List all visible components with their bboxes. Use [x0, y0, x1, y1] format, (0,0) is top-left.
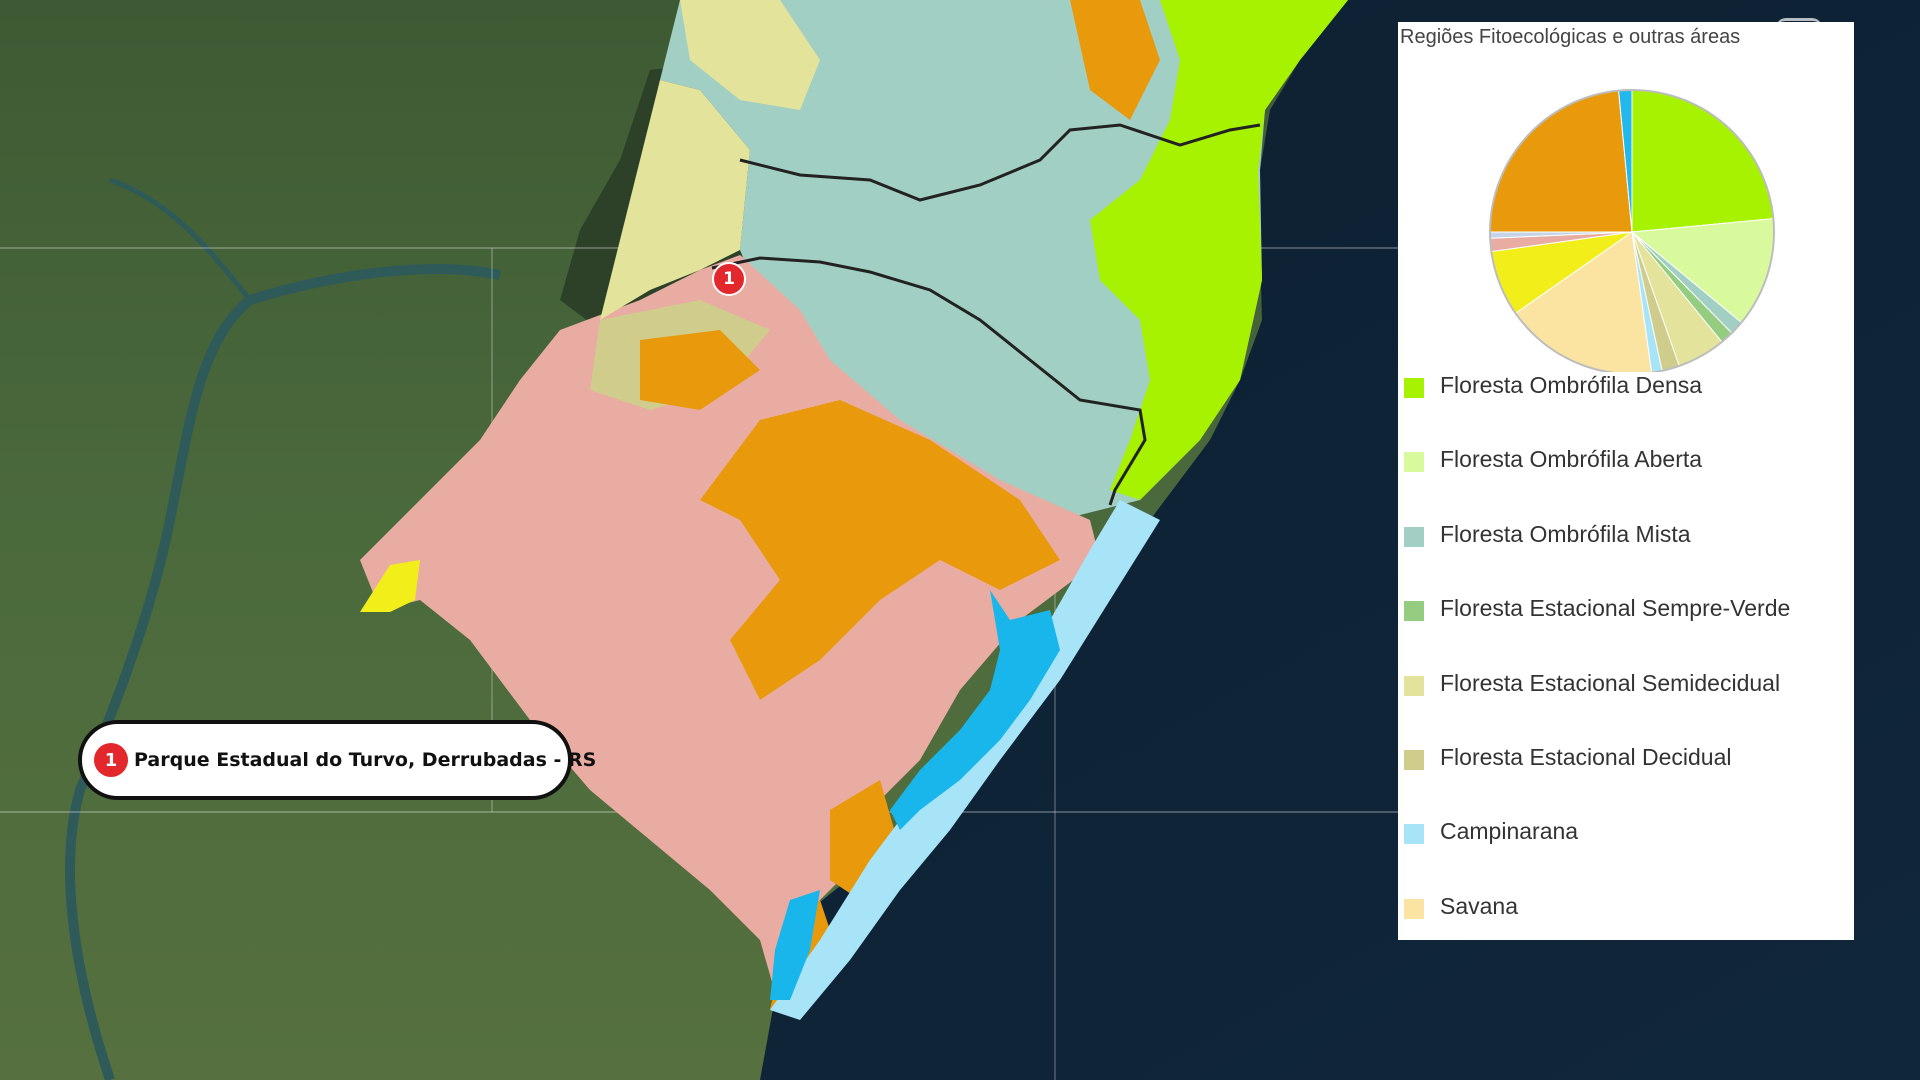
legend-item: Floresta Estacional Semidecidual — [1404, 670, 1790, 744]
legend-label: Campinarana — [1440, 818, 1579, 845]
legend-swatch — [1404, 824, 1424, 845]
legend-label: Floresta Ombrófila Densa — [1440, 372, 1703, 398]
pie-slice — [1631, 89, 1774, 233]
legend-list: Floresta Ombrófila Densa Floresta Ombróf… — [1404, 372, 1790, 967]
location-marker[interactable]: 1 — [712, 262, 746, 296]
legend-swatch — [1404, 675, 1424, 696]
legend-title: Regiões Fitoecológicas e outras áreas — [1400, 26, 1741, 48]
callout-text: Parque Estadual do Turvo, Derrubadas - R… — [134, 749, 597, 771]
legend-panel: Regiões Fitoecológicas e outras áreas Fl… — [1398, 22, 1854, 940]
legend-swatch — [1404, 601, 1424, 622]
legend-item: Floresta Ombrófila Densa — [1404, 372, 1790, 446]
legend-swatch — [1404, 452, 1424, 473]
legend-swatch — [1404, 898, 1424, 919]
legend-item: Floresta Ombrófila Mista — [1404, 521, 1790, 595]
legend-label: Savana — [1440, 892, 1519, 919]
legend-item: Campinarana — [1404, 818, 1790, 892]
legend-swatch — [1404, 749, 1424, 770]
legend-label: Floresta Estacional Decidual — [1440, 743, 1732, 770]
legend-label: Floresta Ombrófila Aberta — [1440, 446, 1703, 473]
legend-swatch — [1404, 526, 1424, 547]
legend-item: Savana — [1404, 893, 1790, 967]
legend-item: Floresta Estacional Sempre-Verde — [1404, 595, 1790, 669]
callout-badge: 1 — [94, 743, 128, 777]
legend-swatch — [1404, 378, 1424, 398]
legend-label: Floresta Estacional Semidecidual — [1440, 669, 1781, 696]
location-callout: 1 Parque Estadual do Turvo, Derrubadas -… — [78, 720, 596, 800]
legend-label: Floresta Estacional Sempre-Verde — [1440, 595, 1791, 622]
legend-item: Floresta Ombrófila Aberta — [1404, 446, 1790, 520]
pie-slice — [1489, 90, 1633, 233]
legend-label: Floresta Ombrófila Mista — [1440, 520, 1691, 547]
pie-chart — [1489, 89, 1775, 372]
legend-item: Floresta Estacional Decidual — [1404, 744, 1790, 818]
